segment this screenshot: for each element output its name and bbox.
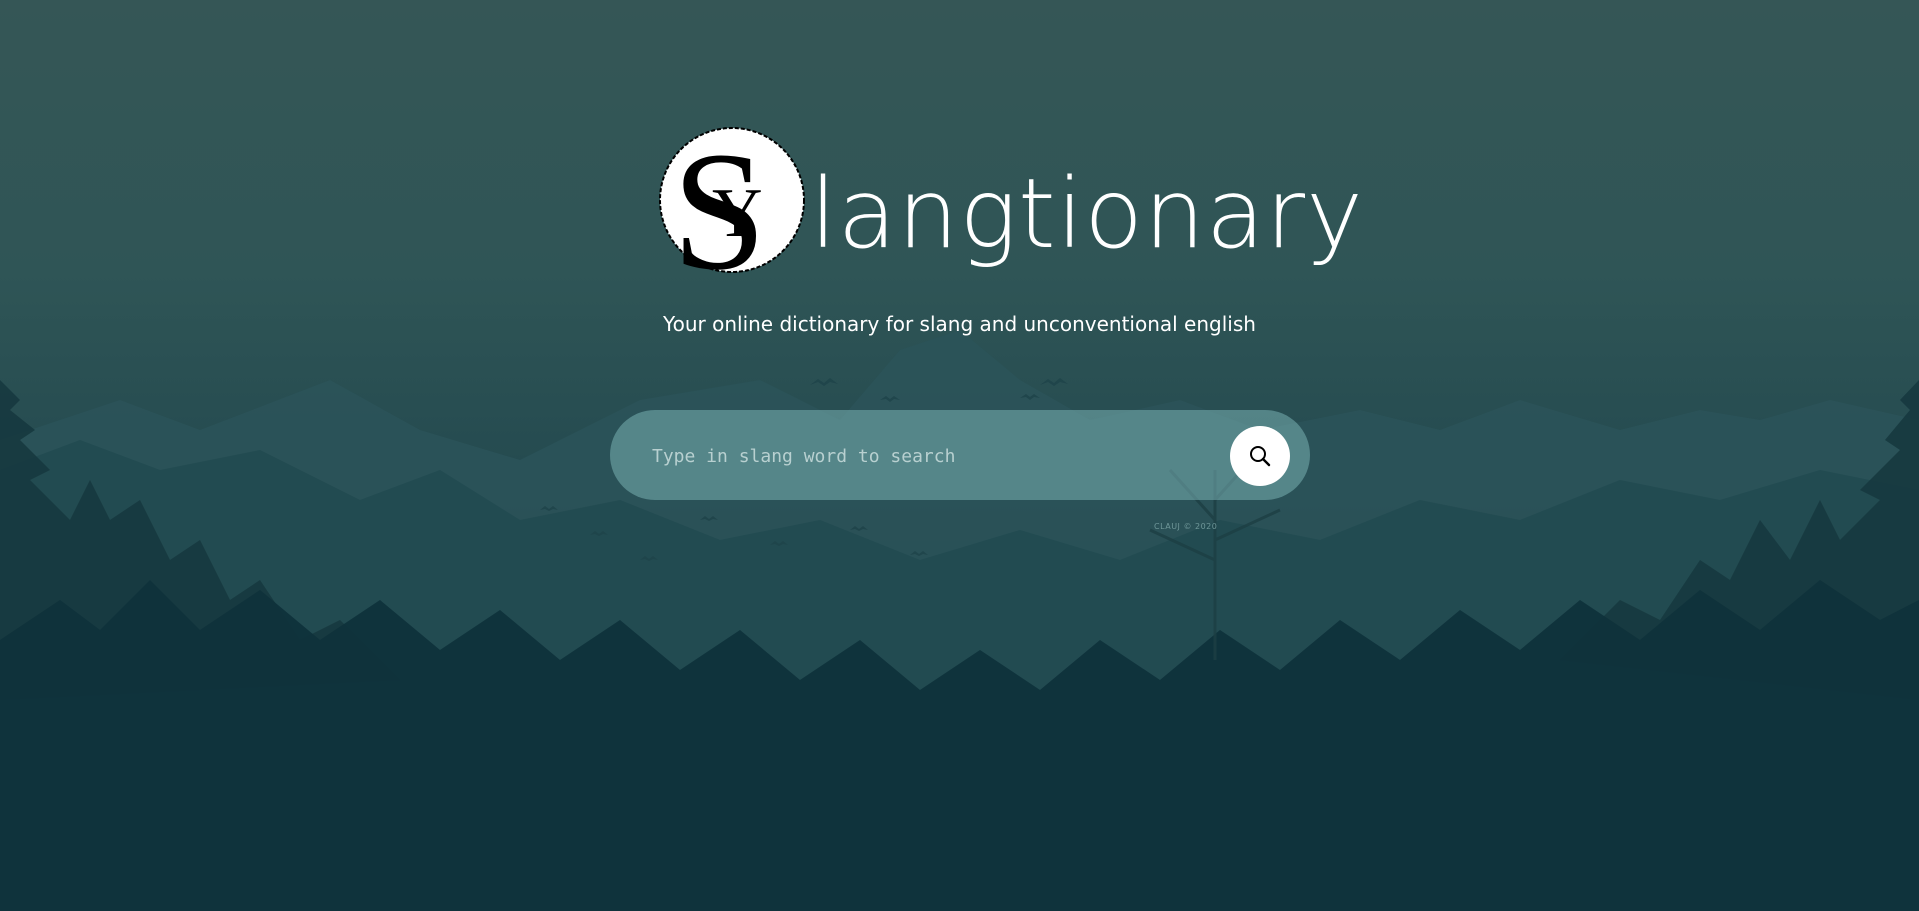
copyright-note: CLAUJ © 2020	[1154, 522, 1218, 531]
tagline: Your online dictionary for slang and unc…	[663, 312, 1256, 336]
search-button[interactable]	[1230, 426, 1290, 486]
logo-emblem: S Y	[659, 118, 805, 284]
logo-emblem-y: Y	[712, 175, 763, 252]
logo-wordmark: langtionary	[810, 158, 1364, 270]
search-bar	[610, 410, 1310, 500]
site-logo: S Y langtionary	[650, 118, 1363, 288]
search-icon	[1250, 446, 1271, 467]
search-input[interactable]	[650, 432, 1194, 480]
